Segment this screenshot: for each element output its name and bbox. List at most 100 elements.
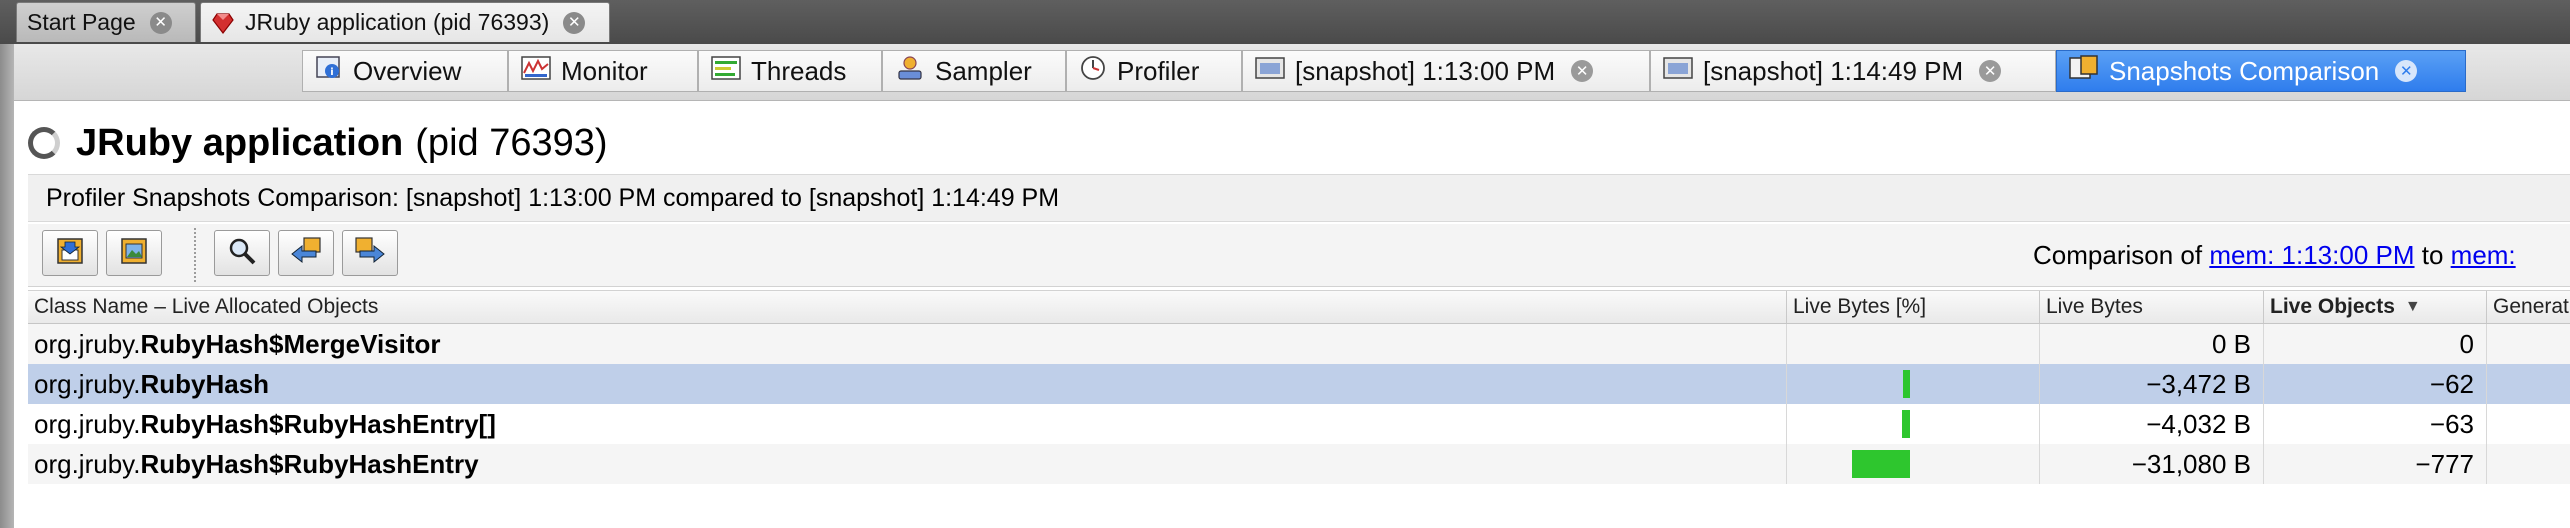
- tab-label: Sampler: [935, 55, 1032, 86]
- comparison-icon: [2069, 54, 2099, 89]
- cell-divider: [1786, 324, 1787, 364]
- page-title: JRuby application: [76, 121, 404, 164]
- live-objects-cell: −777: [2415, 448, 2474, 479]
- cell-divider: [1786, 444, 1787, 484]
- doc-tab-jruby-application[interactable]: JRuby application (pid 76393) ✕: [200, 2, 610, 42]
- table-row[interactable]: org.jruby. RubyHash −3,472 B −62: [28, 364, 2570, 404]
- close-icon[interactable]: ✕: [1979, 60, 2002, 82]
- comparison-mid: to: [2414, 240, 2451, 270]
- close-icon[interactable]: ✕: [2395, 60, 2418, 82]
- live-bytes-bar: [1852, 450, 1910, 478]
- arrow-back-icon: [290, 236, 322, 271]
- comparison-prefix: Comparison of: [2033, 240, 2210, 270]
- toolbar: Comparison of mem: 1:13:00 PM to mem:: [28, 224, 2570, 287]
- table-row[interactable]: org.jruby. RubyHash$RubyHashEntry[] −4,03…: [28, 404, 2570, 444]
- column-header-label: Class Name – Live Allocated Objects: [34, 295, 379, 318]
- class-name-cell: org.jruby. RubyHash: [34, 364, 269, 404]
- tab-snapshot-1[interactable]: [snapshot] 1:13:00 PM ✕: [1242, 50, 1650, 92]
- close-icon[interactable]: ✕: [563, 11, 586, 34]
- class-name-cell: org.jruby. RubyHash$RubyHashEntry: [34, 444, 479, 484]
- forward-button[interactable]: [342, 230, 398, 276]
- package-name: org.jruby.: [34, 408, 141, 439]
- column-header-class-name[interactable]: Class Name – Live Allocated Objects: [28, 291, 1786, 323]
- tab-overview[interactable]: i Overview: [302, 50, 508, 92]
- app-title-row: JRuby application (pid 76393): [28, 118, 608, 168]
- live-bytes-cell: −31,080 B: [2131, 448, 2251, 479]
- page-title-pid: (pid 76393): [415, 121, 608, 164]
- tab-label: [snapshot] 1:14:49 PM: [1703, 55, 1964, 86]
- package-name: org.jruby.: [34, 368, 141, 399]
- package-name: org.jruby.: [34, 328, 141, 359]
- loading-spinner-icon: [28, 127, 60, 159]
- class-name: RubyHash$RubyHashEntry: [140, 448, 479, 479]
- cell-divider: [2486, 404, 2487, 444]
- export-icon: [55, 236, 85, 271]
- column-header-generations[interactable]: Generati: [2487, 291, 2570, 323]
- live-bytes-bar: [1902, 410, 1910, 438]
- table-row[interactable]: org.jruby. RubyHash$MergeVisitor 0 B 0: [28, 324, 2570, 364]
- snapshot-icon: [1663, 55, 1693, 88]
- monitor-icon: [521, 55, 551, 88]
- view-tab-bar: i Overview Monitor Threads Sampler Profi…: [14, 44, 2570, 101]
- cell-divider: [2486, 324, 2487, 364]
- doc-tab-label: JRuby application (pid 76393): [245, 9, 550, 35]
- comparison-label: Comparison of mem: 1:13:00 PM to mem:: [2033, 240, 2516, 271]
- subtitle-text: Profiler Snapshots Comparison: [snapshot…: [46, 183, 1060, 212]
- table-row[interactable]: org.jruby. RubyHash$RubyHashEntry −31,080…: [28, 444, 2570, 484]
- tab-label: Monitor: [561, 55, 648, 86]
- close-icon[interactable]: ✕: [1571, 60, 1594, 82]
- threads-icon: [711, 55, 741, 88]
- class-name: RubyHash$MergeVisitor: [140, 328, 441, 359]
- sort-descending-icon: ▼: [2404, 298, 2421, 315]
- tab-label: Profiler: [1117, 55, 1200, 86]
- column-header-label: Live Objects: [2270, 295, 2395, 318]
- find-button[interactable]: [214, 230, 270, 276]
- tab-sampler[interactable]: Sampler: [882, 50, 1066, 92]
- tab-label: [snapshot] 1:13:00 PM: [1295, 55, 1556, 86]
- live-bytes-cell: −4,032 B: [2146, 408, 2251, 439]
- link-snapshot-1[interactable]: mem: 1:13:00 PM: [2209, 240, 2414, 270]
- tab-label: Threads: [751, 55, 847, 86]
- tab-monitor[interactable]: Monitor: [508, 50, 698, 92]
- class-name-cell: org.jruby. RubyHash$RubyHashEntry[]: [34, 404, 496, 444]
- tab-label: Overview: [353, 55, 462, 86]
- cell-divider: [2486, 444, 2487, 484]
- column-header-label: Generati: [2493, 295, 2570, 318]
- sampler-icon: [895, 54, 925, 89]
- toolbar-separator: [194, 228, 196, 282]
- document-tab-bar: Start Page ✕ JRuby application (pid 7639…: [0, 0, 2570, 45]
- comparison-subtitle: Profiler Snapshots Comparison: [snapshot…: [28, 174, 2570, 222]
- live-bytes-bar: [1903, 370, 1910, 398]
- back-button[interactable]: [278, 230, 334, 276]
- magnifier-icon: [227, 236, 257, 271]
- save-image-button[interactable]: [106, 230, 162, 276]
- tab-profiler[interactable]: Profiler: [1066, 50, 1242, 92]
- profiler-icon: [1079, 54, 1107, 89]
- tab-snapshot-2[interactable]: [snapshot] 1:14:49 PM ✕: [1650, 50, 2056, 92]
- live-objects-cell: 0: [2459, 328, 2474, 359]
- live-objects-cell: −63: [2429, 408, 2474, 439]
- ruby-gem-icon: [211, 11, 235, 35]
- doc-tab-start-page[interactable]: Start Page ✕: [16, 2, 196, 42]
- class-name: RubyHash$RubyHashEntry[]: [140, 408, 496, 439]
- tab-label: Snapshots Comparison: [2109, 55, 2380, 86]
- table-header: Class Name – Live Allocated Objects Live…: [28, 290, 2570, 324]
- column-header-live-bytes[interactable]: Live Bytes: [2040, 291, 2263, 323]
- tab-threads[interactable]: Threads: [698, 50, 882, 92]
- tab-snapshots-comparison[interactable]: Snapshots Comparison ✕: [2056, 50, 2466, 92]
- close-icon[interactable]: ✕: [149, 11, 172, 34]
- column-header-label: Live Bytes [%]: [1793, 295, 1927, 318]
- save-image-icon: [119, 236, 149, 271]
- live-objects-cell: −62: [2429, 368, 2474, 399]
- column-header-live-bytes-percent[interactable]: Live Bytes [%]: [1787, 291, 2039, 323]
- window-left-edge: [0, 44, 14, 528]
- snapshot-icon: [1255, 55, 1285, 88]
- column-header-live-objects[interactable]: Live Objects ▼: [2264, 291, 2486, 323]
- package-name: org.jruby.: [34, 448, 141, 479]
- class-name-cell: org.jruby. RubyHash$MergeVisitor: [34, 324, 441, 364]
- cell-divider: [2486, 364, 2487, 404]
- cell-divider: [1786, 404, 1787, 444]
- link-snapshot-2[interactable]: mem:: [2451, 240, 2516, 270]
- export-button[interactable]: [42, 230, 98, 276]
- live-bytes-cell: −3,472 B: [2146, 368, 2251, 399]
